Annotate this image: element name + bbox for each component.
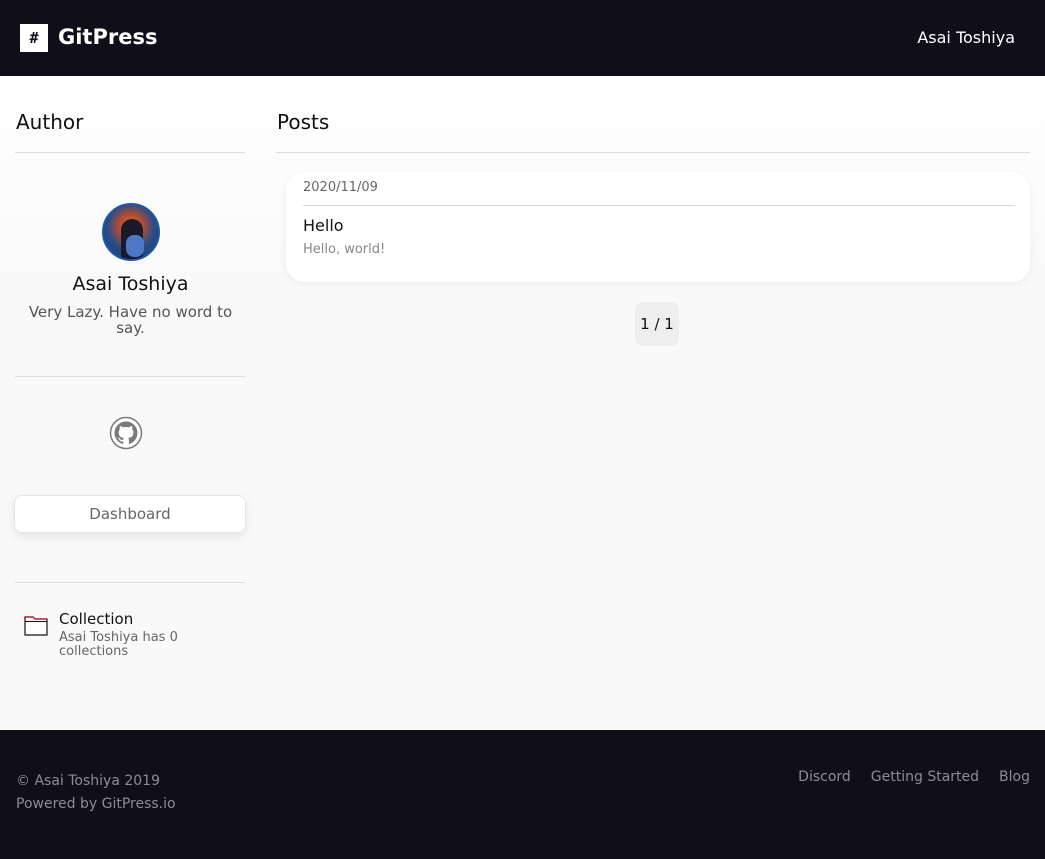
- hash-logo-icon[interactable]: #: [20, 24, 48, 52]
- author-divider-bottom: [15, 582, 245, 583]
- post-divider: [303, 205, 1015, 206]
- author-name: Asai Toshiya: [72, 273, 189, 295]
- post-excerpt: Hello, world!: [303, 242, 386, 257]
- post-date: 2020/11/09: [303, 180, 378, 195]
- author-section-title: Author: [16, 110, 84, 134]
- post-title[interactable]: Hello: [303, 216, 344, 236]
- collection-title[interactable]: Collection: [59, 610, 133, 628]
- dashboard-button[interactable]: Dashboard: [14, 495, 246, 533]
- footer-link-discord[interactable]: Discord: [798, 768, 851, 786]
- footer-link-getting-started[interactable]: Getting Started: [871, 768, 979, 786]
- brand-name[interactable]: GitPress: [58, 24, 157, 50]
- folder-icon: [24, 616, 48, 636]
- footer: © Asai Toshiya 2019 Powered by GitPress.…: [0, 730, 1045, 859]
- footer-powered-by[interactable]: Powered by GitPress.io: [16, 795, 176, 813]
- avatar[interactable]: [102, 203, 160, 261]
- pagination-indicator[interactable]: 1 / 1: [635, 302, 679, 346]
- github-icon[interactable]: [109, 416, 143, 450]
- header-user-link[interactable]: Asai Toshiya: [917, 28, 1015, 48]
- posts-section-title: Posts: [277, 110, 330, 134]
- top-navbar: # GitPress Asai Toshiya: [0, 0, 1045, 76]
- author-divider-top: [15, 152, 245, 153]
- author-divider-middle: [15, 376, 245, 377]
- footer-links: Discord Getting Started Blog: [798, 768, 1030, 786]
- main-content: Author Asai Toshiya Very Lazy. Have no w…: [0, 76, 1045, 730]
- posts-divider: [276, 152, 1030, 153]
- author-bio: Very Lazy. Have no word to say.: [28, 303, 233, 337]
- footer-link-blog[interactable]: Blog: [999, 768, 1030, 786]
- author-sidebar: Author Asai Toshiya Very Lazy. Have no w…: [14, 76, 246, 730]
- avatar-child: [126, 235, 144, 257]
- post-card[interactable]: 2020/11/09 Hello Hello, world!: [286, 172, 1030, 282]
- footer-copyright: © Asai Toshiya 2019: [16, 773, 160, 789]
- collection-description: Asai Toshiya has 0 collections: [59, 630, 178, 659]
